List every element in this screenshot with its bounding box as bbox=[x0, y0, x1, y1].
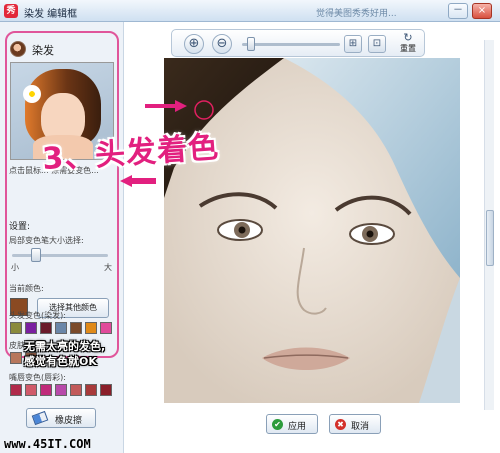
hair-color-swatch-5[interactable] bbox=[70, 322, 82, 334]
apply-label: 应用 bbox=[288, 422, 307, 432]
portrait-photo bbox=[164, 58, 460, 403]
zoom-slider[interactable] bbox=[242, 43, 340, 46]
reset-icon: ↻ bbox=[403, 31, 413, 44]
hair-color-swatch-4[interactable] bbox=[55, 322, 67, 334]
close-button[interactable]: × bbox=[472, 3, 492, 19]
tip-annotation: 无需太亮的发色, 感觉有色就OK bbox=[24, 339, 105, 369]
photo-canvas[interactable] bbox=[164, 58, 460, 403]
eraser-label: 橡皮擦 bbox=[55, 416, 83, 426]
tip-line-1: 无需太亮的发色, bbox=[24, 340, 106, 353]
window-title: 染发 编辑框 bbox=[24, 9, 78, 20]
app-logo-icon: 秀 bbox=[4, 4, 18, 18]
checkmark-icon: ✔ bbox=[272, 419, 283, 430]
lip-color-swatch-6[interactable] bbox=[85, 384, 97, 396]
hair-dye-panel: 染发 点击鼠标... 涂需要变色... 设置: 局部变色笔大小选择: 小 大 当… bbox=[0, 22, 124, 453]
brush-size-slider-handle[interactable] bbox=[30, 248, 41, 262]
lip-colors-label: 嘴唇变色(唇彩): bbox=[9, 373, 66, 382]
site-watermark: www.45IT.COM bbox=[4, 437, 91, 451]
brush-size-slider[interactable] bbox=[12, 254, 108, 257]
eraser-button[interactable]: 橡皮擦 bbox=[26, 408, 96, 428]
skin-color-swatch-1[interactable] bbox=[10, 352, 22, 364]
panel-title: 染发 bbox=[32, 44, 54, 57]
apply-button[interactable]: ✔ 应用 bbox=[266, 414, 318, 434]
left-arrow-icon bbox=[120, 175, 156, 187]
lip-color-palette bbox=[10, 384, 112, 396]
hair-color-swatch-3[interactable] bbox=[40, 322, 52, 334]
zoom-out-icon[interactable]: ⊖ bbox=[212, 34, 232, 54]
scrollbar-thumb[interactable] bbox=[486, 210, 494, 266]
hair-color-swatch-6[interactable] bbox=[85, 322, 97, 334]
vertical-scrollbar[interactable] bbox=[484, 40, 494, 410]
lip-color-swatch-7[interactable] bbox=[100, 384, 112, 396]
slider-max-label: 大 bbox=[104, 263, 112, 272]
hair-colors-label: 头发变色(染发): bbox=[9, 311, 66, 320]
hair-color-swatch-1[interactable] bbox=[10, 322, 22, 334]
thumbnail-flower bbox=[23, 85, 41, 103]
lip-color-swatch-4[interactable] bbox=[55, 384, 67, 396]
minimize-button[interactable]: － bbox=[448, 3, 468, 19]
actual-size-icon[interactable]: ⊡ bbox=[368, 35, 386, 53]
window-hint-text: 觉得美图秀秀好用... bbox=[316, 9, 397, 19]
lip-color-swatch-5[interactable] bbox=[70, 384, 82, 396]
cancel-label: 取消 bbox=[351, 422, 370, 432]
current-color-label: 当前颜色: bbox=[9, 284, 44, 293]
fit-screen-icon[interactable]: ⊞ bbox=[344, 35, 362, 53]
settings-label: 设置: bbox=[9, 222, 31, 232]
zoom-slider-handle[interactable] bbox=[246, 37, 255, 51]
lip-color-swatch-3[interactable] bbox=[40, 384, 52, 396]
hair-color-palette bbox=[10, 322, 112, 334]
hair-color-swatch-7[interactable] bbox=[100, 322, 112, 334]
hair-dye-icon bbox=[10, 41, 26, 57]
slider-min-label: 小 bbox=[11, 263, 19, 272]
hair-color-swatch-2[interactable] bbox=[25, 322, 37, 334]
window-titlebar: 秀 染发 编辑框 觉得美图秀秀好用... － × bbox=[0, 0, 500, 22]
zoom-in-icon[interactable]: ⊕ bbox=[184, 34, 204, 54]
reset-label: 重置 bbox=[400, 44, 416, 53]
tip-line-2: 感觉有色就OK bbox=[24, 355, 97, 368]
view-toolbar: ⊕ ⊖ ⊞ ⊡ ↻ 重置 bbox=[171, 29, 425, 57]
brush-size-label: 局部变色笔大小选择: bbox=[9, 236, 84, 245]
right-arrow-icon bbox=[145, 100, 187, 112]
lip-color-swatch-2[interactable] bbox=[25, 384, 37, 396]
eraser-icon bbox=[31, 410, 49, 426]
cancel-button[interactable]: ✖ 取消 bbox=[329, 414, 381, 434]
cancel-x-icon: ✖ bbox=[335, 419, 346, 430]
lip-color-swatch-1[interactable] bbox=[10, 384, 22, 396]
reset-button[interactable]: ↻ 重置 bbox=[394, 32, 422, 56]
